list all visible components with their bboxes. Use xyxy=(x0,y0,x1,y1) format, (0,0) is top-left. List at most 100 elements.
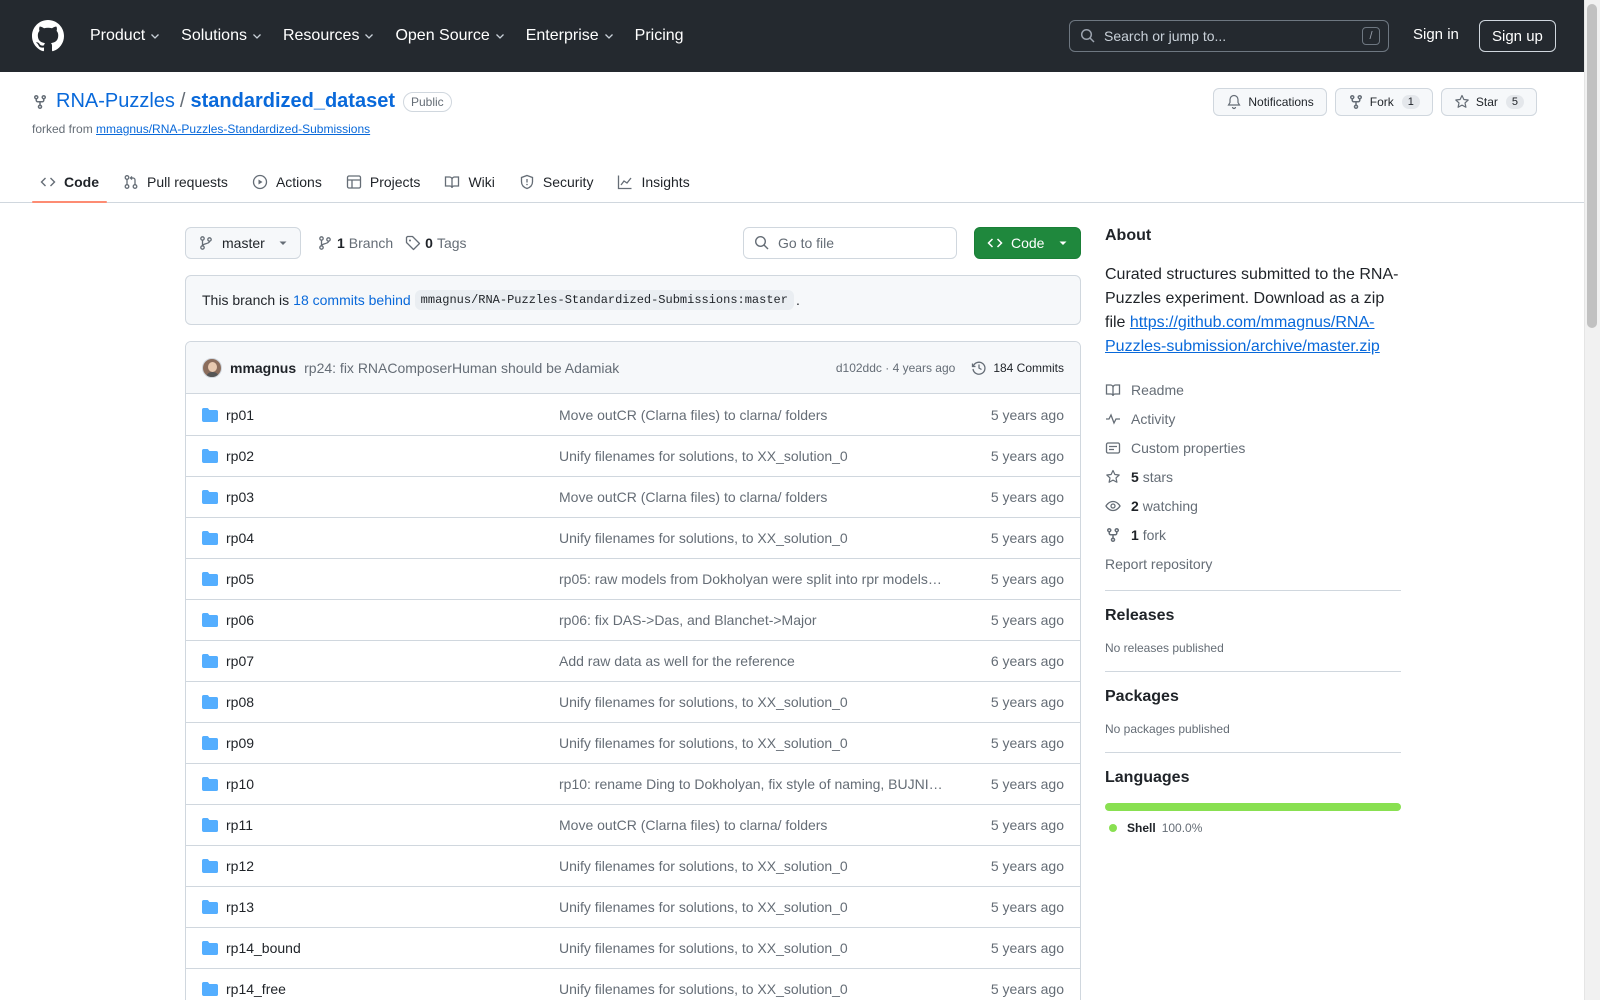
file-row[interactable]: rp12 Unify filenames for solutions, to XX… xyxy=(186,845,1080,886)
file-commit-message[interactable]: Unify filenames for solutions, to XX_sol… xyxy=(559,735,848,751)
tab-wiki[interactable]: Wiki xyxy=(436,160,502,203)
file-commit-message[interactable]: Unify filenames for solutions, to XX_sol… xyxy=(559,530,848,546)
forked-from-link[interactable]: mmagnus/RNA-Puzzles-Standardized-Submiss… xyxy=(96,122,370,136)
tab-pull-requests[interactable]: Pull requests xyxy=(115,160,236,203)
file-commit-message[interactable]: Move outCR (Clarna files) to clarna/ fol… xyxy=(559,407,827,423)
commit-author[interactable]: mmagnus xyxy=(230,360,296,376)
branches-link[interactable]: 1 Branch xyxy=(317,235,393,251)
file-commit-message[interactable]: Move outCR (Clarna files) to clarna/ fol… xyxy=(559,817,827,833)
file-name-link[interactable]: rp11 xyxy=(226,817,556,833)
language-color-dot xyxy=(1109,824,1117,832)
file-commit-message[interactable]: rp05: raw models from Dokholyan were spl… xyxy=(559,571,942,587)
file-commit-message[interactable]: Add raw data as well for the reference xyxy=(559,653,795,669)
file-row[interactable]: rp08 Unify filenames for solutions, to XX… xyxy=(186,681,1080,722)
stars-link[interactable]: 5 stars xyxy=(1105,462,1401,491)
commits-behind-link[interactable]: 18 commits behind xyxy=(293,292,411,308)
releases-heading[interactable]: Releases xyxy=(1105,607,1401,625)
nav-enterprise[interactable]: Enterprise xyxy=(524,23,617,49)
sign-in-link[interactable]: Sign in xyxy=(1413,26,1459,43)
forks-link[interactable]: 1 fork xyxy=(1105,520,1401,549)
activity-link[interactable]: Activity xyxy=(1105,404,1401,433)
folder-icon xyxy=(202,449,218,463)
file-name-link[interactable]: rp10 xyxy=(226,776,556,792)
star-icon xyxy=(1455,94,1469,108)
branch-selector[interactable]: master xyxy=(185,227,301,259)
file-row[interactable]: rp01 Move outCR (Clarna files) to clarna/… xyxy=(186,394,1080,435)
file-name-link[interactable]: rp08 xyxy=(226,694,556,710)
file-row[interactable]: rp06 rp06: fix DAS->Das, and Blanchet->Ma… xyxy=(186,599,1080,640)
pulse-icon xyxy=(1106,412,1120,425)
file-name-link[interactable]: rp13 xyxy=(226,899,556,915)
file-name-link[interactable]: rp12 xyxy=(226,858,556,874)
tab-code[interactable]: Code xyxy=(32,160,107,203)
tab-actions[interactable]: Actions xyxy=(244,160,330,203)
readme-link[interactable]: Readme xyxy=(1105,375,1401,404)
file-name-link[interactable]: rp05 xyxy=(226,571,556,587)
watching-link[interactable]: 2 watching xyxy=(1105,491,1401,520)
packages-heading[interactable]: Packages xyxy=(1105,688,1401,706)
file-name-link[interactable]: rp06 xyxy=(226,612,556,628)
file-row[interactable]: rp09 Unify filenames for solutions, to XX… xyxy=(186,722,1080,763)
notifications-button[interactable]: Notifications xyxy=(1213,88,1327,116)
file-name-link[interactable]: rp14_bound xyxy=(226,940,556,956)
nav-open-source[interactable]: Open Source xyxy=(393,23,507,49)
folder-icon xyxy=(202,613,218,627)
sign-up-button[interactable]: Sign up xyxy=(1479,20,1556,52)
file-name-link[interactable]: rp03 xyxy=(226,489,556,505)
book-icon xyxy=(1105,383,1121,396)
file-commit-message[interactable]: Unify filenames for solutions, to XX_sol… xyxy=(559,858,848,874)
page-scrollbar[interactable] xyxy=(1584,0,1600,1000)
file-commit-message[interactable]: Unify filenames for solutions, to XX_sol… xyxy=(559,899,848,915)
file-row[interactable]: rp02 Unify filenames for solutions, to XX… xyxy=(186,435,1080,476)
commits-history-link[interactable]: 184 Commits xyxy=(971,360,1064,376)
file-name-link[interactable]: rp14_free xyxy=(226,981,556,997)
file-row[interactable]: rp03 Move outCR (Clarna files) to clarna/… xyxy=(186,476,1080,517)
tab-insights[interactable]: Insights xyxy=(609,160,697,203)
repo-name-link[interactable]: standardized_dataset xyxy=(190,90,395,113)
language-item-shell[interactable]: Shell 100.0% xyxy=(1105,821,1401,835)
notifications-label: Notifications xyxy=(1248,95,1314,109)
file-name-link[interactable]: rp07 xyxy=(226,653,556,669)
file-commit-message[interactable]: rp10: rename Ding to Dokholyan, fix styl… xyxy=(559,776,943,792)
file-row[interactable]: rp14_free Unify filenames for solutions, … xyxy=(186,968,1080,1000)
avatar[interactable] xyxy=(202,357,222,378)
search-input[interactable]: Search or jump to... / xyxy=(1069,20,1389,52)
file-row[interactable]: rp05 rp05: raw models from Dokholyan were… xyxy=(186,558,1080,599)
file-commit-message[interactable]: Unify filenames for solutions, to XX_sol… xyxy=(559,694,848,710)
file-row[interactable]: rp04 Unify filenames for solutions, to XX… xyxy=(186,517,1080,558)
file-row[interactable]: rp10 rp10: rename Ding to Dokholyan, fix … xyxy=(186,763,1080,804)
about-link[interactable]: https://github.com/mmagnus/RNA-Puzzles-s… xyxy=(1105,314,1380,355)
file-commit-message[interactable]: rp06: fix DAS->Das, and Blanchet->Major xyxy=(559,612,817,628)
scrollbar-thumb[interactable] xyxy=(1587,4,1597,328)
star-button[interactable]: Star 5 xyxy=(1440,88,1537,116)
file-commit-message[interactable]: Unify filenames for solutions, to XX_sol… xyxy=(559,448,848,464)
file-name-link[interactable]: rp04 xyxy=(226,530,556,546)
custom-properties-link[interactable]: Custom properties xyxy=(1105,433,1401,462)
file-row[interactable]: rp14_bound Unify filenames for solutions,… xyxy=(186,927,1080,968)
code-dropdown-button[interactable]: Code xyxy=(974,227,1081,259)
tab-security[interactable]: Security xyxy=(511,160,602,203)
behind-suffix: . xyxy=(795,292,800,308)
github-logo-icon[interactable] xyxy=(32,20,64,52)
report-repository-link[interactable]: Report repository xyxy=(1105,549,1401,578)
file-commit-message[interactable]: Unify filenames for solutions, to XX_sol… xyxy=(559,940,848,956)
repo-owner-link[interactable]: RNA-Puzzles xyxy=(56,90,175,113)
file-name-link[interactable]: rp01 xyxy=(226,407,556,423)
go-to-file-input[interactable]: Go to file xyxy=(743,227,957,259)
tags-link[interactable]: 0 Tags xyxy=(405,235,467,251)
file-commit-message[interactable]: Unify filenames for solutions, to XX_sol… xyxy=(559,981,848,997)
nav-resources[interactable]: Resources xyxy=(281,23,377,49)
file-row[interactable]: rp07 Add raw data as well for the referen… xyxy=(186,640,1080,681)
commit-hash[interactable]: d102ddc xyxy=(836,361,882,375)
file-name-link[interactable]: rp02 xyxy=(226,448,556,464)
file-commit-message[interactable]: Move outCR (Clarna files) to clarna/ fol… xyxy=(559,489,827,505)
file-name-link[interactable]: rp09 xyxy=(226,735,556,751)
nav-pricing[interactable]: Pricing xyxy=(633,23,686,49)
nav-solutions[interactable]: Solutions xyxy=(179,23,265,49)
file-row[interactable]: rp11 Move outCR (Clarna files) to clarna/… xyxy=(186,804,1080,845)
commit-message[interactable]: rp24: fix RNAComposerHuman should be Ada… xyxy=(304,360,619,376)
nav-product[interactable]: Product xyxy=(88,23,163,49)
fork-button[interactable]: Fork 1 xyxy=(1334,88,1433,116)
tab-projects[interactable]: Projects xyxy=(338,160,429,203)
file-row[interactable]: rp13 Unify filenames for solutions, to XX… xyxy=(186,886,1080,927)
